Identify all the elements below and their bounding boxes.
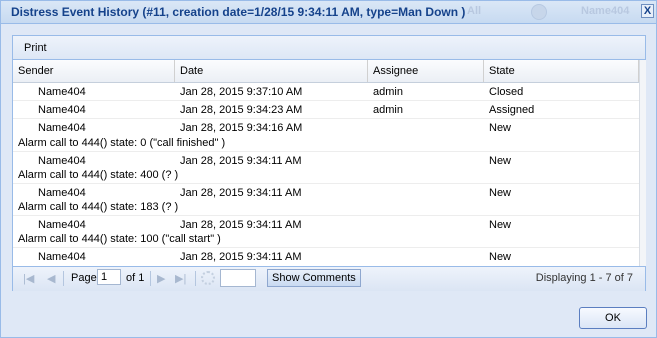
- background-text-name: Name404: [581, 5, 630, 17]
- displaying-count: Displaying 1 - 7 of 7: [535, 272, 633, 284]
- table-row[interactable]: Name404 Jan 28, 2015 9:34:11 AM New Alar…: [13, 216, 645, 248]
- state-cell: New: [489, 219, 512, 231]
- refresh-icon[interactable]: [201, 271, 215, 285]
- close-button[interactable]: X: [641, 4, 654, 18]
- sender-cell: Name404: [38, 122, 86, 134]
- pager-separator: [195, 271, 196, 286]
- first-page-icon[interactable]: |◀: [23, 272, 34, 285]
- sender-cell: Name404: [38, 251, 86, 263]
- row-comment: Alarm call to 444() state: 0 ("call fini…: [18, 137, 226, 149]
- column-header-assignee[interactable]: Assignee: [368, 60, 484, 82]
- column-header-sender[interactable]: Sender: [13, 60, 175, 82]
- sender-cell: Name404: [38, 219, 86, 231]
- row-comment: Alarm call to 444() state: 183 (? ): [18, 201, 179, 213]
- state-cell: New: [489, 251, 512, 263]
- grid-header: Sender Date Assignee State: [13, 60, 645, 83]
- assignee-cell: admin: [373, 104, 403, 116]
- pager-separator: [150, 271, 151, 286]
- background-text-all: All: [467, 5, 482, 17]
- state-cell: New: [489, 187, 512, 199]
- print-button[interactable]: Print: [24, 42, 47, 54]
- ok-button[interactable]: OK: [579, 307, 647, 329]
- prev-page-icon[interactable]: ◀: [47, 272, 55, 285]
- grid-body: Name404 Jan 28, 2015 9:37:10 AM admin Cl…: [13, 83, 645, 266]
- pager-separator: [63, 271, 64, 286]
- history-grid-panel: Print Sender Date Assignee State Name404…: [12, 35, 646, 291]
- table-row[interactable]: Name404 Jan 28, 2015 9:37:10 AM admin Cl…: [13, 83, 645, 101]
- table-row[interactable]: Name404 Jan 28, 2015 9:34:11 AM New Alar…: [13, 184, 645, 216]
- date-cell: Jan 28, 2015 9:34:11 AM: [180, 187, 302, 199]
- table-row[interactable]: Name404 Jan 28, 2015 9:34:16 AM New Alar…: [13, 119, 645, 152]
- page-count-label: of 1: [126, 272, 145, 284]
- sender-cell: Name404: [38, 86, 86, 98]
- table-row[interactable]: Name404 Jan 28, 2015 9:34:11 AM New Alar…: [13, 152, 645, 184]
- date-cell: Jan 28, 2015 9:34:16 AM: [180, 122, 303, 134]
- state-cell: Closed: [489, 86, 524, 98]
- dialog-titlebar[interactable]: Distress Event History (#11, creation da…: [1, 1, 656, 24]
- last-page-icon[interactable]: ▶|: [175, 272, 186, 285]
- date-cell: Jan 28, 2015 9:34:11 AM: [180, 219, 302, 231]
- state-cell: New: [489, 122, 512, 134]
- date-cell: Jan 28, 2015 9:34:23 AM: [180, 104, 303, 116]
- distress-event-history-dialog: Distress Event History (#11, creation da…: [0, 0, 657, 338]
- sender-cell: Name404: [38, 187, 86, 199]
- background-gear-icon: [531, 4, 547, 20]
- column-header-date[interactable]: Date: [175, 60, 368, 82]
- dialog-title: Distress Event History (#11, creation da…: [11, 5, 466, 19]
- page-number-input[interactable]: [97, 269, 121, 285]
- assignee-cell: admin: [373, 86, 403, 98]
- table-row[interactable]: Name404 Jan 28, 2015 9:34:23 AM admin As…: [13, 101, 645, 119]
- row-comment: Alarm call to 444() state: 100 ("call st…: [18, 233, 221, 245]
- show-comments-button[interactable]: Show Comments: [267, 269, 361, 287]
- paging-toolbar: |◀ ◀ Page of 1 ▶ ▶| Show Comments Displa…: [13, 266, 645, 291]
- state-cell: Assigned: [489, 104, 535, 116]
- page-label: Page: [71, 272, 97, 284]
- table-row[interactable]: Name404 Jan 28, 2015 9:34:11 AM New: [13, 248, 645, 266]
- row-comment: Alarm call to 444() state: 400 (? ): [18, 169, 179, 181]
- date-cell: Jan 28, 2015 9:34:11 AM: [180, 155, 302, 167]
- column-header-state[interactable]: State: [484, 60, 639, 82]
- sender-cell: Name404: [38, 155, 86, 167]
- state-cell: New: [489, 155, 512, 167]
- grid-toolbar: Print: [13, 36, 645, 60]
- sender-cell: Name404: [38, 104, 86, 116]
- date-cell: Jan 28, 2015 9:37:10 AM: [180, 86, 303, 98]
- date-cell: Jan 28, 2015 9:34:11 AM: [180, 251, 302, 263]
- next-page-icon[interactable]: ▶: [157, 272, 165, 285]
- grid-scrollbar[interactable]: [639, 60, 646, 266]
- page-size-input[interactable]: [220, 269, 256, 287]
